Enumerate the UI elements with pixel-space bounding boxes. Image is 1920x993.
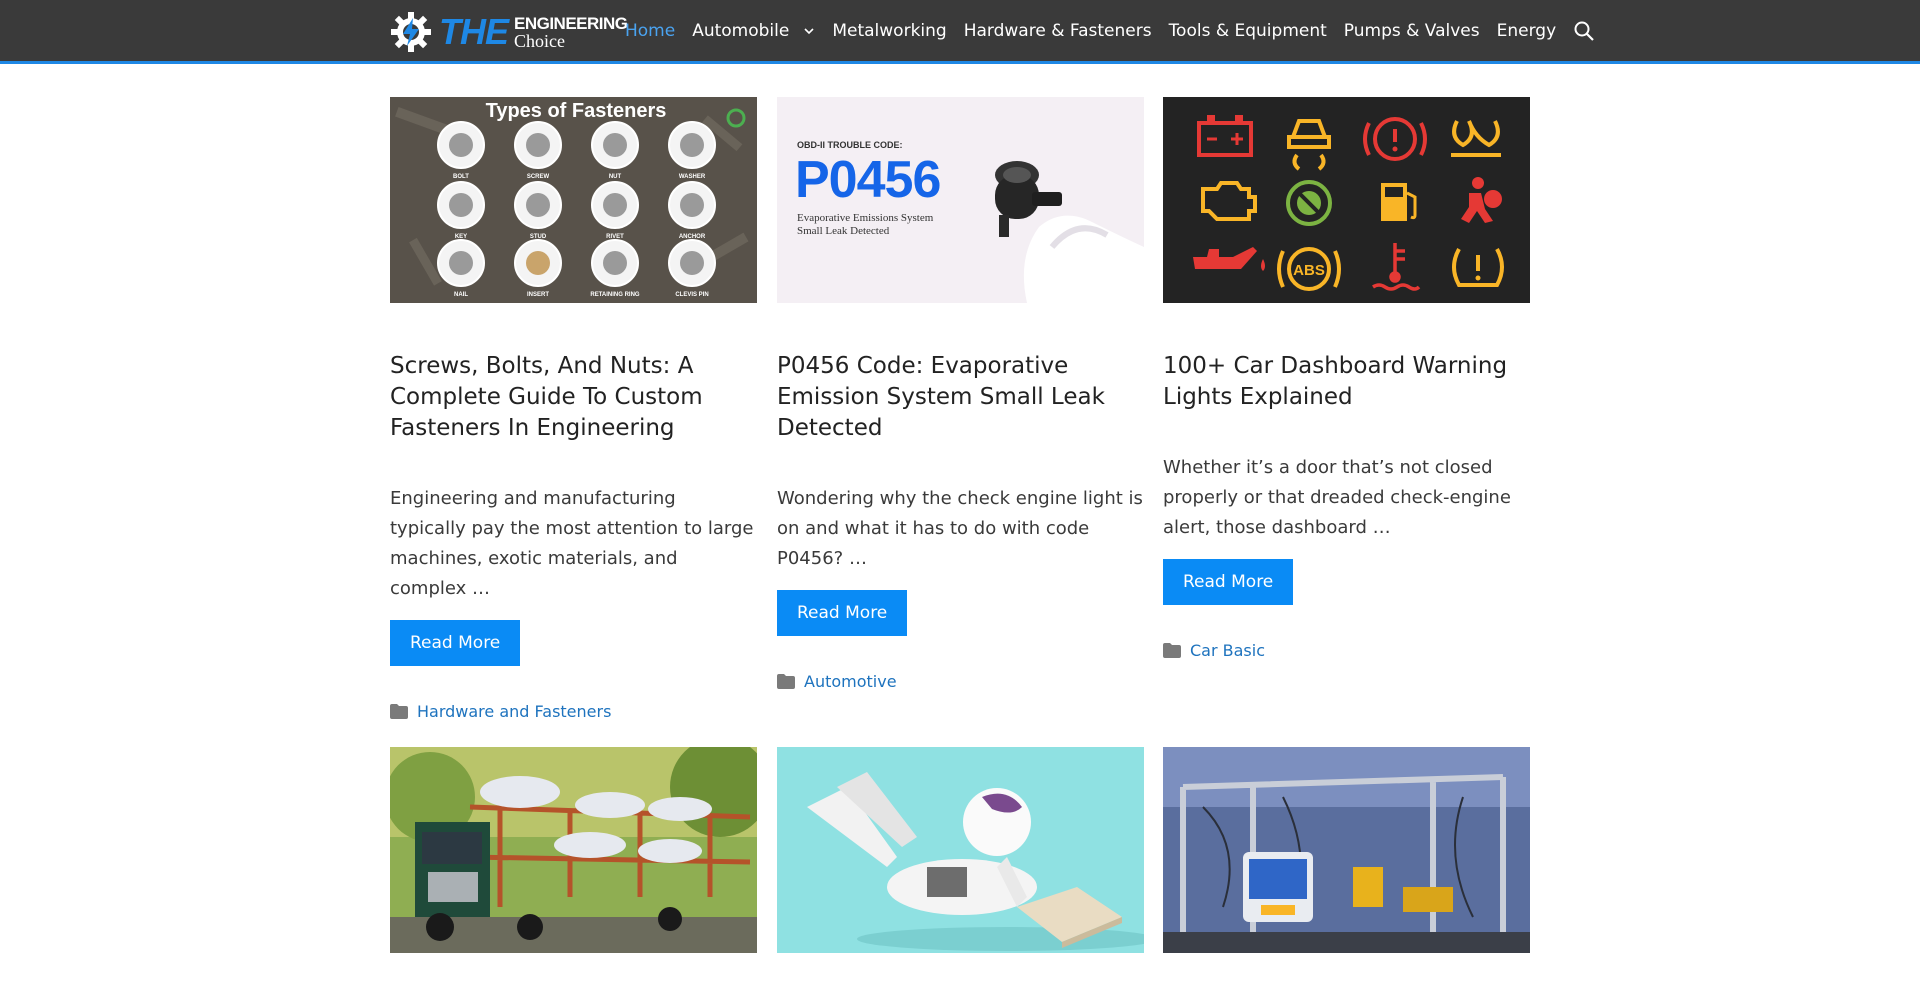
post-thumbnail-industrial-machine[interactable] (1163, 747, 1530, 953)
nav-item-metalworking[interactable]: Metalworking (832, 21, 946, 41)
site-logo[interactable]: THE ENGINEERING Choice (389, 9, 628, 55)
fastener-part (680, 193, 704, 217)
post-thumbnail-p0456[interactable]: OBD-II TROUBLE CODE: P0456 Evaporative E… (777, 97, 1144, 303)
fastener-label: NAIL (454, 292, 468, 298)
fastener-part (526, 251, 550, 275)
fastener-label: BOLT (453, 174, 469, 180)
robot-reading-image (777, 747, 1144, 953)
fastener-label: NUT (609, 174, 622, 180)
nav-item-automobile[interactable]: Automobile (692, 21, 815, 41)
p0456-kicker: OBD-II TROUBLE CODE: (797, 140, 903, 150)
post-excerpt: Whether it’s a door that’s not closed pr… (1163, 457, 1511, 538)
abs-label: ABS (1293, 262, 1325, 279)
p0456-code: P0456 (795, 151, 940, 209)
chevron-down-icon[interactable] (803, 25, 815, 37)
fastener-part (603, 193, 627, 217)
post-thumbnail-car-carrier[interactable] (390, 747, 757, 953)
post-thumbnail-robot-reading[interactable] (777, 747, 1144, 953)
post-category: Hardware and Fasteners (390, 702, 757, 721)
dashboard-lights-image: ABS (1163, 97, 1530, 303)
post-card-dashboard-lights: ABS 100+ Car Dashboard Warning Lights Ex… (1163, 97, 1530, 660)
nav-item-energy[interactable]: Energy (1497, 21, 1557, 41)
fastener-part (680, 133, 704, 157)
nav-item-pumps-valves[interactable]: Pumps & Valves (1344, 21, 1480, 41)
fasteners-heading: Types of Fasteners (486, 100, 667, 122)
nav-item-hardware-fasteners[interactable]: Hardware & Fasteners (964, 21, 1152, 41)
post-thumbnail-dashboard-lights[interactable]: ABS (1163, 97, 1530, 303)
folder-icon (777, 674, 795, 689)
post-title[interactable]: P0456 Code: Evaporative Emission System … (777, 351, 1144, 444)
fastener-part (526, 133, 550, 157)
logo-choice: Choice (514, 30, 565, 51)
nav-item-tools-equipment[interactable]: Tools & Equipment (1169, 21, 1327, 41)
nav-item-automobile-label: Automobile (692, 21, 790, 41)
main-nav: Home Automobile Metalworking Hardware & … (625, 0, 1595, 62)
fastener-label: INSERT (527, 292, 549, 298)
post-thumbnail-fasteners[interactable]: Types of Fasteners BOLT SCREW NUT WASHER KEY… (390, 97, 757, 303)
fastener-part (449, 251, 473, 275)
fastener-part (449, 193, 473, 217)
fasteners-image: Types of Fasteners BOLT SCREW NUT WASHERKEY… (390, 97, 757, 303)
p0456-image: OBD-II TROUBLE CODE: P0456 Evaporative E… (777, 97, 1144, 303)
fastener-part (526, 193, 550, 217)
fastener-part (603, 133, 627, 157)
fastener-label: SCREW (527, 174, 550, 180)
post-excerpt: Engineering and manufacturing typically … (390, 488, 754, 599)
post-category: Automotive (777, 672, 1144, 691)
nav-item-home[interactable]: Home (625, 21, 675, 41)
post-card-fasteners: Types of Fasteners BOLT SCREW NUT WASHER KEY… (390, 97, 757, 721)
folder-icon (390, 704, 408, 719)
gear-logo-icon (391, 12, 431, 52)
fastener-label: CLEVIS PIN (675, 292, 708, 298)
fastener-label: RETAINING RING (590, 292, 640, 298)
read-more-button[interactable]: Read More (1163, 559, 1294, 605)
fastener-part (603, 251, 627, 275)
fastener-label: WASHER (679, 174, 706, 180)
post-title[interactable]: Screws, Bolts, And Nuts: A Complete Guid… (390, 351, 757, 444)
industrial-machine-image (1163, 747, 1530, 953)
category-link[interactable]: Automotive (804, 672, 897, 691)
read-more-button[interactable]: Read More (390, 620, 521, 666)
post-card-p0456: OBD-II TROUBLE CODE: P0456 Evaporative E… (777, 97, 1144, 691)
folder-icon (1163, 643, 1181, 658)
category-link[interactable]: Car Basic (1190, 641, 1265, 660)
fastener-part (449, 133, 473, 157)
post-title[interactable]: 100+ Car Dashboard Warning Lights Explai… (1163, 351, 1530, 413)
post-category: Car Basic (1163, 641, 1530, 660)
read-more-button[interactable]: Read More (777, 590, 908, 636)
logo-wordmark: ENGINEERING Choice (514, 15, 628, 50)
post-excerpt: Wondering why the check engine light is … (777, 488, 1143, 569)
site-header: THE ENGINEERING Choice Home Automobile M… (0, 0, 1920, 64)
p0456-sub1: Evaporative Emissions System (797, 212, 934, 224)
search-icon[interactable] (1573, 20, 1595, 42)
fastener-part (680, 251, 704, 275)
p0456-sub2: Small Leak Detected (797, 225, 890, 237)
logo-engineering: ENGINEERING (514, 13, 628, 33)
car-carrier-image (390, 747, 757, 953)
logo-the: THE (439, 11, 509, 52)
category-link[interactable]: Hardware and Fasteners (417, 702, 611, 721)
